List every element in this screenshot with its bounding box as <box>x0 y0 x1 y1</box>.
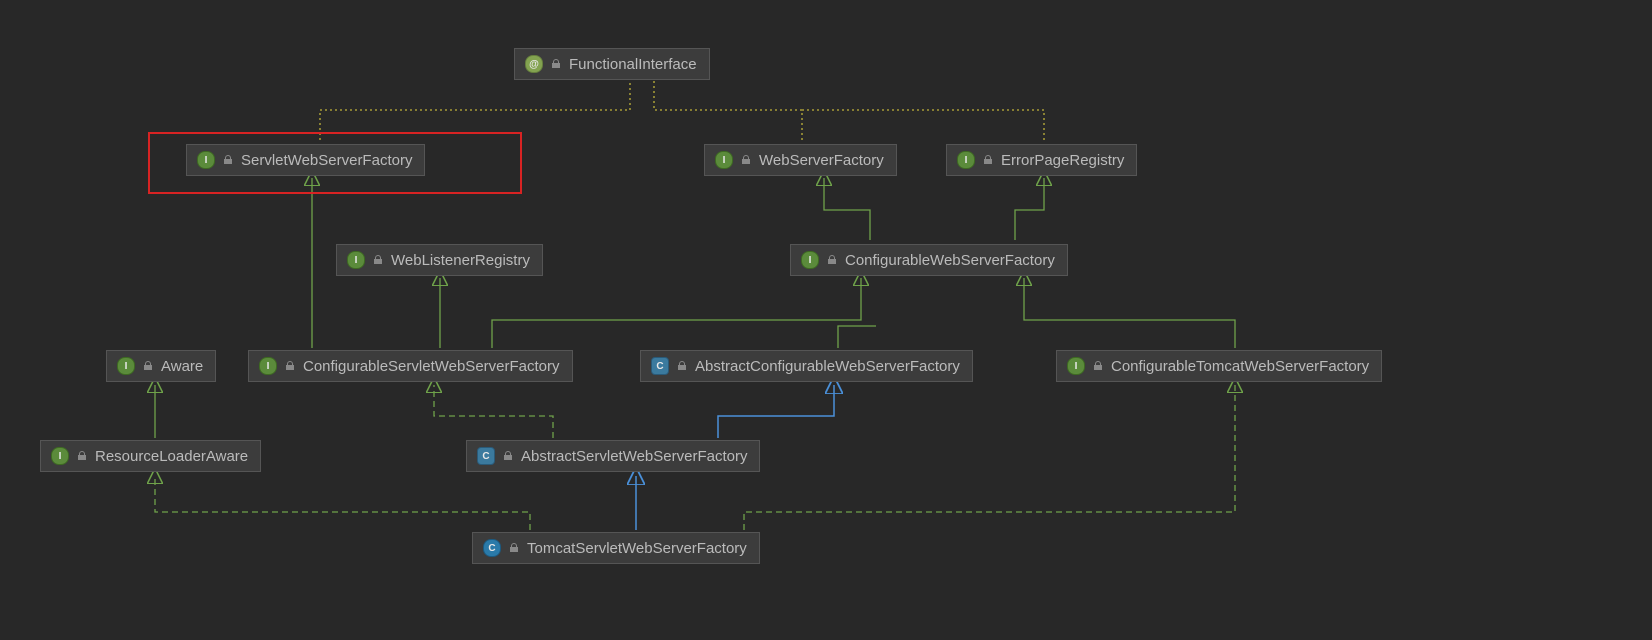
lock-icon <box>285 361 295 371</box>
node-label: Aware <box>161 358 203 375</box>
node-abstract-servlet-web-server-factory[interactable]: C AbstractServletWebServerFactory <box>466 440 760 472</box>
node-label: WebListenerRegistry <box>391 252 530 269</box>
class-icon: C <box>483 539 501 557</box>
node-label: FunctionalInterface <box>569 56 697 73</box>
node-label: ServletWebServerFactory <box>241 152 412 169</box>
edges-layer <box>0 0 1652 640</box>
interface-icon: I <box>1067 357 1085 375</box>
node-web-listener-registry[interactable]: I WebListenerRegistry <box>336 244 543 276</box>
interface-icon: I <box>801 251 819 269</box>
abstract-class-icon: C <box>651 357 669 375</box>
node-functional-interface[interactable]: @ FunctionalInterface <box>514 48 710 80</box>
node-label: ConfigurableServletWebServerFactory <box>303 358 560 375</box>
diagram-canvas: @ FunctionalInterface I ServletWebServer… <box>0 0 1652 640</box>
lock-icon <box>827 255 837 265</box>
lock-icon <box>983 155 993 165</box>
abstract-class-icon: C <box>477 447 495 465</box>
node-label: ConfigurableWebServerFactory <box>845 252 1055 269</box>
node-web-server-factory[interactable]: I WebServerFactory <box>704 144 897 176</box>
lock-icon <box>143 361 153 371</box>
node-error-page-registry[interactable]: I ErrorPageRegistry <box>946 144 1137 176</box>
node-label: AbstractConfigurableWebServerFactory <box>695 358 960 375</box>
lock-icon <box>741 155 751 165</box>
interface-icon: I <box>957 151 975 169</box>
lock-icon <box>373 255 383 265</box>
node-resource-loader-aware[interactable]: I ResourceLoaderAware <box>40 440 261 472</box>
lock-icon <box>223 155 233 165</box>
lock-icon <box>503 451 513 461</box>
node-configurable-servlet-web-server-factory[interactable]: I ConfigurableServletWebServerFactory <box>248 350 573 382</box>
interface-icon: I <box>117 357 135 375</box>
node-configurable-web-server-factory[interactable]: I ConfigurableWebServerFactory <box>790 244 1068 276</box>
node-servlet-web-server-factory[interactable]: I ServletWebServerFactory <box>186 144 425 176</box>
interface-icon: I <box>347 251 365 269</box>
interface-icon: I <box>51 447 69 465</box>
node-label: TomcatServletWebServerFactory <box>527 540 747 557</box>
node-label: AbstractServletWebServerFactory <box>521 448 747 465</box>
interface-icon: I <box>715 151 733 169</box>
node-abstract-configurable-web-server-factory[interactable]: C AbstractConfigurableWebServerFactory <box>640 350 973 382</box>
lock-icon <box>509 543 519 553</box>
node-configurable-tomcat-web-server-factory[interactable]: I ConfigurableTomcatWebServerFactory <box>1056 350 1382 382</box>
lock-icon <box>77 451 87 461</box>
node-label: ErrorPageRegistry <box>1001 152 1124 169</box>
node-label: ConfigurableTomcatWebServerFactory <box>1111 358 1369 375</box>
interface-icon: I <box>197 151 215 169</box>
interface-icon: I <box>259 357 277 375</box>
node-label: WebServerFactory <box>759 152 884 169</box>
node-label: ResourceLoaderAware <box>95 448 248 465</box>
lock-icon <box>551 59 561 69</box>
lock-icon <box>677 361 687 371</box>
annotation-icon: @ <box>525 55 543 73</box>
node-tomcat-servlet-web-server-factory[interactable]: C TomcatServletWebServerFactory <box>472 532 760 564</box>
node-aware[interactable]: I Aware <box>106 350 216 382</box>
lock-icon <box>1093 361 1103 371</box>
